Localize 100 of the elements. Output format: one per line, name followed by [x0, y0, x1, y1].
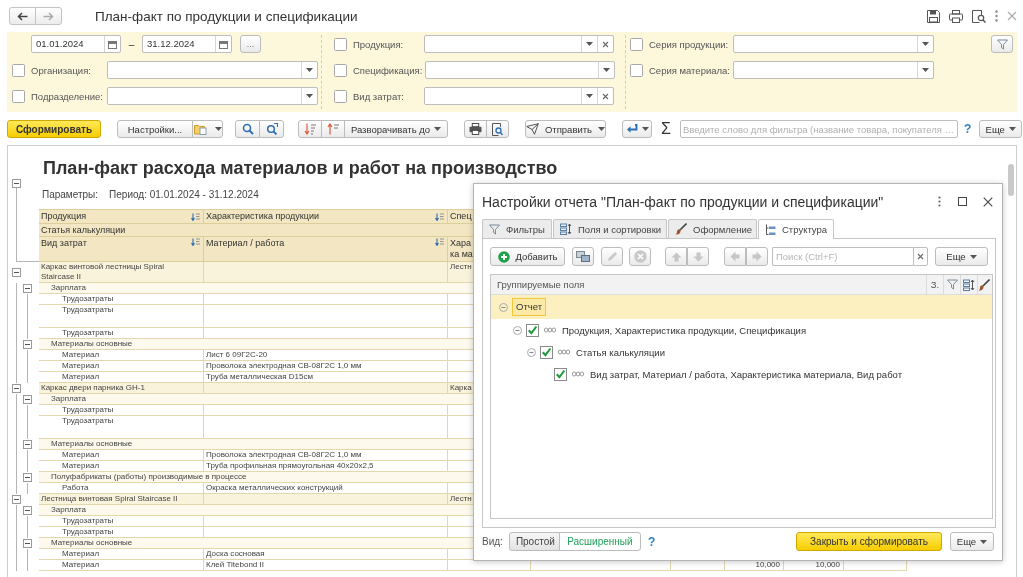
checkbox[interactable] — [630, 63, 643, 77]
collapse-icon[interactable] — [23, 440, 32, 449]
generate-button[interactable]: Сформировать — [7, 120, 101, 138]
collapse-icon[interactable] — [499, 302, 508, 312]
dropdown-field[interactable] — [425, 61, 616, 79]
filter-search-field[interactable]: Введите слово для фильтра (название товара, покупателя … — [679, 120, 958, 138]
tab[interactable]: Оформление — [668, 219, 757, 238]
filter-button[interactable] — [991, 35, 1013, 53]
dropdown-field[interactable] — [107, 61, 318, 79]
column-header: Хара ка ма — [450, 238, 473, 260]
caret-icon — [434, 127, 442, 131]
calendar-button[interactable] — [215, 36, 231, 52]
sort-icon — [191, 238, 201, 246]
material-name: Проволока электродная СВ-08Г2С 1,0 мм — [206, 361, 362, 370]
view-mode-toggle[interactable]: Расширенный — [558, 532, 641, 551]
collapse-icon[interactable] — [12, 384, 21, 393]
sum-button[interactable]: Σ — [661, 120, 671, 138]
range-dash: – — [127, 38, 136, 50]
tool-button[interactable] — [572, 247, 594, 266]
collapse-icon[interactable] — [23, 506, 32, 515]
checkbox[interactable] — [554, 367, 567, 381]
collapse-icon[interactable] — [527, 347, 536, 357]
caret-icon — [598, 127, 606, 131]
column-header[interactable]: Характеристика продукции — [204, 210, 448, 224]
more-icon[interactable] — [938, 196, 941, 207]
print-icon[interactable] — [949, 9, 963, 23]
scrollbar-thumb[interactable] — [1008, 164, 1014, 196]
search-again-button[interactable] — [259, 120, 284, 138]
cost-type: Трудозатраты — [62, 328, 114, 337]
dropdown-field[interactable] — [424, 35, 614, 53]
clear-icon — [917, 253, 925, 260]
maximize-icon[interactable] — [958, 197, 967, 206]
date-field[interactable]: 31.12.2024 — [142, 35, 232, 53]
collapse-icon[interactable] — [23, 539, 32, 548]
checkbox[interactable] — [334, 63, 347, 77]
preview-button[interactable] — [486, 120, 509, 138]
calendar-button[interactable] — [104, 36, 120, 52]
collapse-icon[interactable] — [12, 179, 21, 188]
dropdown-field[interactable] — [107, 87, 318, 105]
checkbox[interactable] — [334, 89, 347, 103]
field-label: Вид затрат: — [353, 90, 405, 102]
search-button[interactable] — [235, 120, 260, 138]
cost-type: Трудозатраты — [62, 416, 114, 425]
caret-icon — [586, 42, 593, 46]
back-button[interactable] — [9, 7, 36, 25]
settings-button[interactable]: Настройки... — [117, 120, 193, 138]
sort-ascending-button[interactable] — [321, 120, 345, 138]
collapse-icon[interactable] — [12, 268, 21, 277]
collapse-icon[interactable] — [12, 495, 21, 504]
more-button[interactable]: Еще — [950, 532, 994, 551]
period-button[interactable]: ... — [240, 35, 261, 53]
checkbox[interactable] — [334, 37, 347, 51]
tab[interactable]: Структура — [758, 219, 834, 239]
calendar-icon — [108, 39, 117, 49]
checkbox[interactable] — [12, 63, 25, 77]
view-mode-toggle[interactable]: Простой — [508, 532, 560, 551]
close-icon[interactable] — [983, 196, 993, 207]
add-button[interactable]: Добавить — [490, 247, 565, 266]
collapse-icon[interactable] — [513, 325, 522, 335]
dropdown-field[interactable] — [424, 87, 614, 105]
expand-to-button[interactable]: Разворачивать до — [344, 120, 448, 138]
checkbox[interactable] — [12, 89, 25, 103]
send-button[interactable]: Отправить — [525, 120, 606, 138]
collapse-icon[interactable] — [23, 340, 32, 349]
tree-row[interactable]: Статья калькуляции — [491, 341, 992, 363]
cost-type: Трудозатраты — [62, 294, 114, 303]
search-field[interactable]: Поиск (Ctrl+F) — [772, 247, 914, 266]
column-header[interactable]: Продукция — [39, 210, 204, 224]
caret-icon — [586, 94, 593, 98]
date-field[interactable]: 01.01.2024 — [31, 35, 121, 53]
tree-row[interactable]: Вид затрат, Материал / работа, Характеристика материала, Вид работ — [491, 363, 992, 385]
column-header: Статья калькуляции — [41, 224, 126, 236]
collapse-icon[interactable] — [23, 473, 32, 482]
sort-descending-button[interactable] — [298, 120, 322, 138]
help-link[interactable]: ? — [647, 534, 656, 549]
report-variant-button[interactable] — [192, 120, 223, 138]
help-link[interactable]: ? — [963, 122, 972, 136]
more-button[interactable]: Еще — [979, 120, 1023, 138]
cost-article: Зарплата — [51, 394, 87, 403]
save-icon[interactable] — [927, 9, 940, 23]
tree-row[interactable]: Отчет — [491, 295, 992, 319]
caret-icon — [980, 539, 988, 544]
dropdown-field[interactable] — [733, 35, 934, 53]
dropdown-field[interactable] — [733, 61, 934, 79]
checkbox[interactable] — [540, 345, 553, 359]
more-button[interactable]: Еще — [935, 247, 988, 266]
checkbox[interactable] — [630, 37, 643, 51]
preview-icon[interactable] — [972, 9, 986, 23]
collapse-icon[interactable] — [23, 284, 32, 293]
close-and-generate-button[interactable]: Закрыть и сформировать — [796, 532, 942, 551]
checkbox[interactable] — [526, 323, 539, 337]
more-icon[interactable] — [995, 10, 998, 22]
cost-type: Материал — [62, 372, 100, 381]
clear-button[interactable] — [913, 247, 928, 266]
tree-row[interactable]: Продукция, Характеристика продукции, Спецификация — [491, 319, 992, 341]
return-button[interactable] — [622, 120, 652, 138]
collapse-icon[interactable] — [23, 395, 32, 404]
print-button[interactable] — [464, 120, 487, 138]
tab[interactable]: Фильтры — [482, 219, 552, 238]
tab[interactable]: Поля и сортировки — [553, 219, 667, 238]
